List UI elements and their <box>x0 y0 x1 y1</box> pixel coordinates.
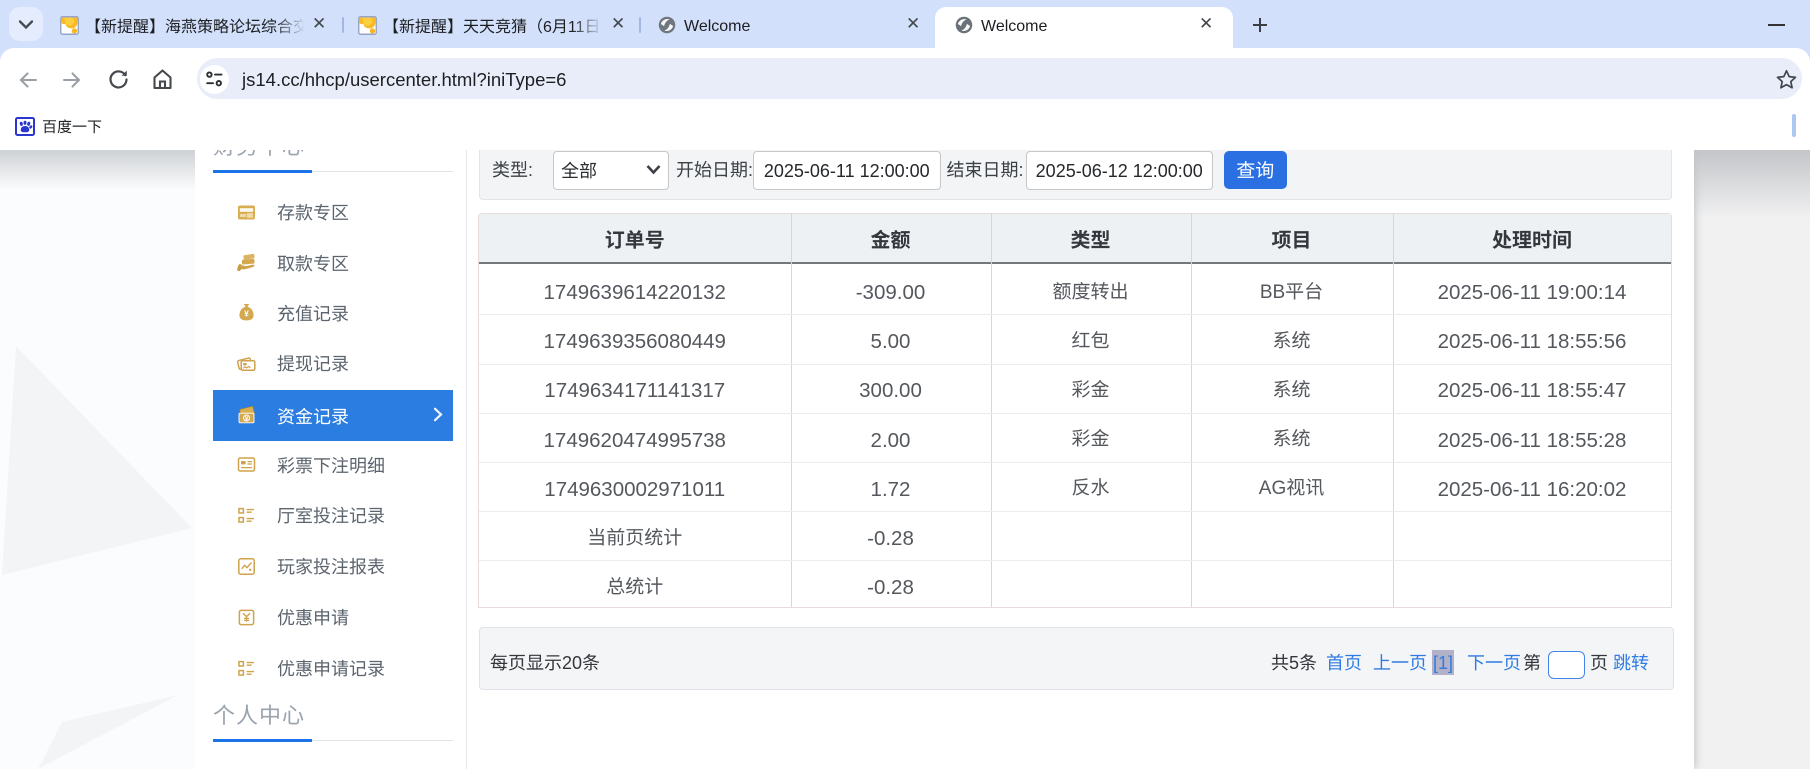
svg-text:¥: ¥ <box>245 415 249 422</box>
svg-text:¥: ¥ <box>244 308 249 318</box>
